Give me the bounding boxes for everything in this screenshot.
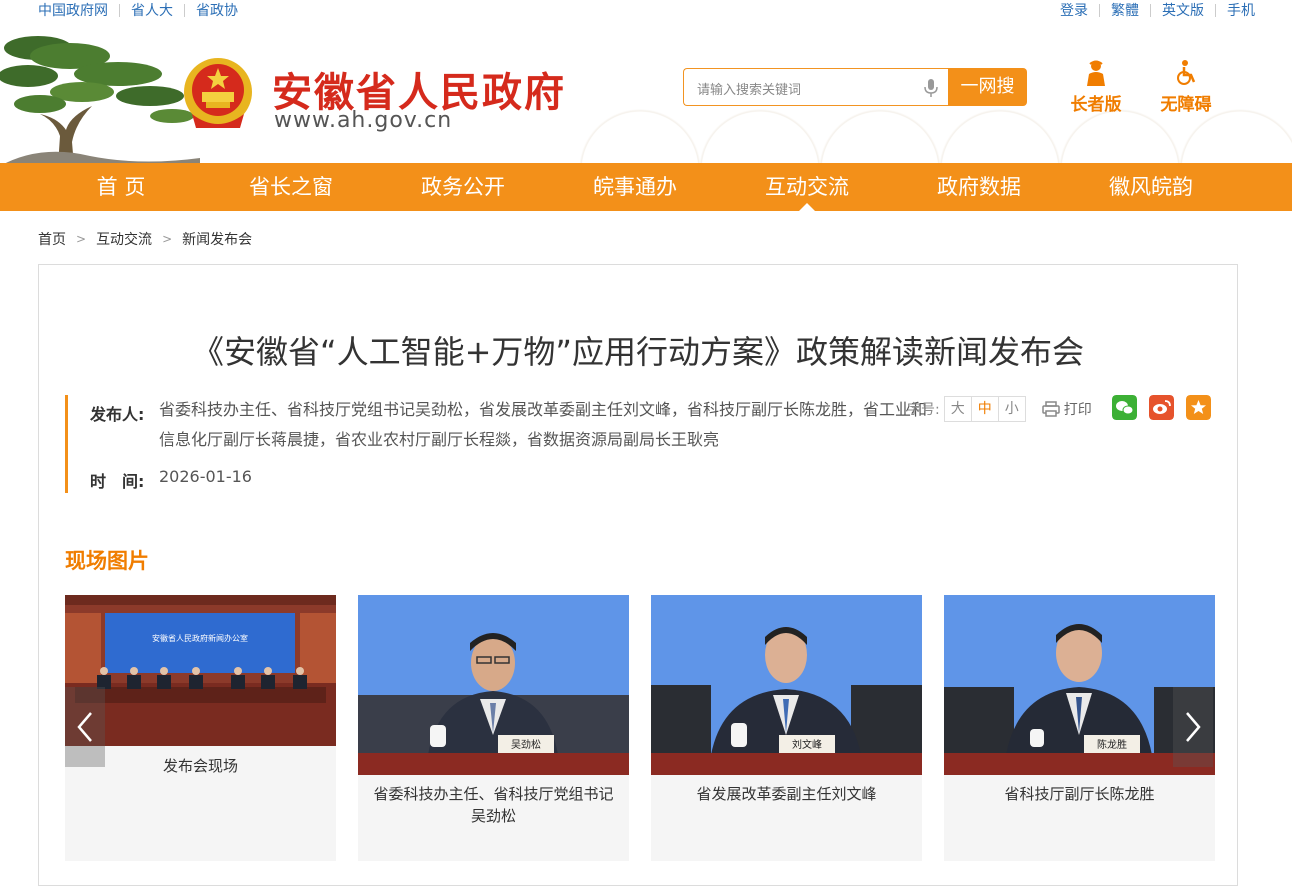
font-size-large[interactable]: 大 [945,397,972,421]
divider [184,3,185,17]
link-cppcc[interactable]: 省政协 [196,0,238,20]
article-title: 《安徽省“人工智能+万物”应用行动方案》政策解读新闻发布会 [192,333,1084,371]
nav-culture[interactable]: 徽风皖韵 [1071,163,1231,211]
nav-interaction[interactable]: 互动交流 [727,163,887,211]
chevron-right-icon: > [162,232,173,246]
banner-text: 安徽省人民政府新闻办公室 [152,633,248,643]
nav-government-affairs[interactable]: 政务公开 [383,163,543,211]
print-button[interactable]: 打印 [1041,399,1092,419]
top-links-left: 中国政府网 省人大 省政协 [38,0,238,20]
photo-card-venue[interactable]: 安徽省人民政府新闻办公室 发布会现场 [65,595,336,861]
publisher-value: 省委科技办主任、省科技厅党组书记吴劲松，省发展改革委副主任刘文峰，省科技厅副厅长… [159,400,928,449]
wechat-share-icon[interactable] [1112,395,1137,420]
chevron-right-icon [1186,712,1201,742]
publisher-label: 发布人: [90,405,145,424]
photo-card-speaker-1[interactable]: 吴劲松 省委科技办主任、省科技厅党组书记吴劲松 [358,595,629,861]
english-version-link[interactable]: 英文版 [1162,0,1204,20]
nameplate-text: 吴劲松 [511,738,541,751]
divider [1215,3,1216,17]
search-input[interactable]: 请输入搜索关键词 [683,68,948,106]
printer-icon [1041,401,1060,417]
font-size-medium[interactable]: 中 [972,397,999,421]
photo-caption: 省科技厅副厅长陈龙胜 [1004,785,1155,803]
divider [119,3,120,17]
top-utility-bar: 中国政府网 省人大 省政协 登录 繁體 英文版 手机 [0,0,1292,20]
photo-caption: 省发展改革委副主任刘文峰 [696,785,877,803]
divider [1099,3,1100,17]
nav-government-data[interactable]: 政府数据 [899,163,1059,211]
press-conference-venue-photo: 安徽省人民政府新闻办公室 [65,595,336,746]
main-nav: 首 页 省长之窗 政务公开 皖事通办 互动交流 政府数据 徽风皖韵 [0,163,1292,211]
carousel-prev-button[interactable] [65,687,105,767]
search-button[interactable]: 一网搜 [948,68,1027,106]
photo-caption: 发布会现场 [162,757,238,775]
font-size-switcher: 大 中 小 [943,396,1026,422]
font-size-label: 字号: [907,402,940,418]
speaker-photo: 刘文峰 [651,595,922,775]
breadcrumb: 首页 > 互动交流 > 新闻发布会 [38,229,252,249]
nameplate-text: 刘文峰 [792,738,822,751]
photo-card-speaker-2[interactable]: 刘文峰 省发展改革委副主任刘文峰 [651,595,922,861]
top-links-right: 登录 繁體 英文版 手机 [1060,0,1255,20]
wheelchair-icon [1177,60,1196,85]
accessibility-label: 无障碍 [1160,95,1212,115]
breadcrumb-interaction[interactable]: 互动交流 [96,229,152,249]
carousel-next-button[interactable] [1173,687,1213,767]
link-npc[interactable]: 省人大 [131,0,173,20]
chevron-left-icon [77,712,92,742]
favorite-star-icon[interactable] [1186,395,1211,420]
chevron-right-icon: > [76,232,87,246]
speaker-photo: 吴劲松 [358,595,629,775]
traditional-chinese-link[interactable]: 繁體 [1111,0,1139,20]
site-url: www.ah.gov.cn [274,108,453,133]
nav-governor-window[interactable]: 省长之窗 [211,163,371,211]
elder-mode-button[interactable]: 长者版 [1066,60,1126,115]
breadcrumb-press-conference[interactable]: 新闻发布会 [182,229,252,249]
print-label: 打印 [1063,402,1092,418]
nav-home[interactable]: 首 页 [41,163,201,211]
time-value: 2026-01-16 [159,467,252,486]
nameplate-text: 陈龙胜 [1097,738,1127,751]
microphone-icon[interactable] [924,78,938,98]
elder-icon [1087,60,1105,86]
time-label: 时 间: [90,472,145,491]
font-size-small[interactable]: 小 [999,397,1025,421]
article-tools: 字号: 大 中 小 打印 [907,395,1092,423]
site-header: 安徽省人民政府 www.ah.gov.cn 请输入搜索关键词 一网搜 长者版 无… [0,20,1292,166]
breadcrumb-home[interactable]: 首页 [38,229,66,249]
article-meta: 发布人: 省委科技办主任、省科技厅党组书记吴劲松，省发展改革委副主任刘文峰，省科… [65,395,928,493]
accessibility-button[interactable]: 无障碍 [1156,60,1216,115]
login-link[interactable]: 登录 [1060,0,1088,20]
elder-mode-label: 长者版 [1070,95,1122,115]
article-panel: 《安徽省“人工智能+万物”应用行动方案》政策解读新闻发布会 发布人: 省委科技办… [38,264,1238,886]
nav-services[interactable]: 皖事通办 [555,163,715,211]
link-gov-cn[interactable]: 中国政府网 [38,0,108,20]
national-emblem-icon [184,58,252,128]
divider [1150,3,1151,17]
photos-section-title: 现场图片 [65,549,149,573]
search-bar: 请输入搜索关键词 一网搜 [683,68,1027,106]
mobile-version-link[interactable]: 手机 [1227,0,1255,20]
huangshan-pine-illustration [0,36,200,166]
photo-caption: 省委科技办主任、省科技厅党组书记吴劲松 [373,785,614,825]
search-placeholder: 请输入搜索关键词 [697,83,802,98]
weibo-share-icon[interactable] [1149,395,1174,420]
